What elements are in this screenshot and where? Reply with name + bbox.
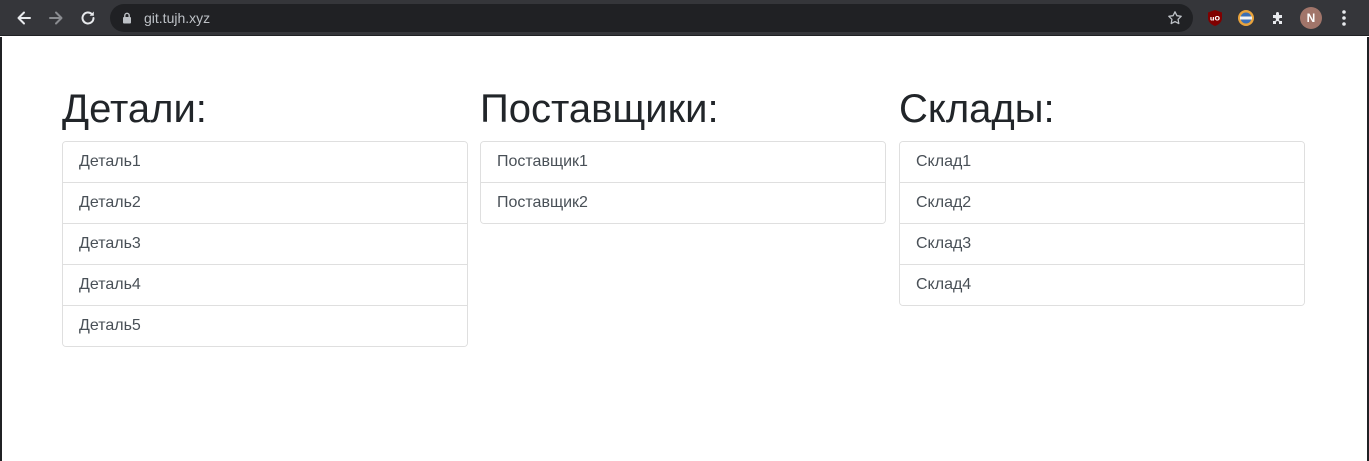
bookmark-star-icon[interactable] — [1167, 10, 1183, 26]
reader-ext-icon[interactable] — [1235, 7, 1257, 29]
details-column: Детали: Деталь1 Деталь2 Деталь3 Деталь4 … — [62, 85, 468, 347]
warehouses-list: Склад1 Склад2 Склад3 Склад4 — [899, 141, 1305, 306]
ublock-icon[interactable]: uO — [1204, 7, 1226, 29]
warehouses-column: Склады: Склад1 Склад2 Склад3 Склад4 — [899, 85, 1305, 306]
more-vert-icon — [1342, 10, 1346, 26]
details-title: Детали: — [62, 87, 207, 131]
page-content: Детали: Деталь1 Деталь2 Деталь3 Деталь4 … — [0, 37, 1369, 461]
lock-icon — [123, 12, 131, 24]
list-item[interactable]: Склад1 — [900, 142, 1304, 183]
arrow-left-icon — [17, 11, 31, 25]
puzzle-extensions-icon[interactable] — [1267, 7, 1289, 29]
back-button[interactable] — [12, 6, 36, 30]
list-item[interactable]: Склад2 — [900, 183, 1304, 224]
profile-avatar[interactable]: N — [1300, 7, 1322, 29]
reload-button[interactable] — [76, 6, 100, 30]
list-item[interactable]: Склад4 — [900, 265, 1304, 305]
browser-toolbar: git.tujh.xyz uO N — [0, 0, 1369, 36]
list-item[interactable]: Склад3 — [900, 224, 1304, 265]
warehouses-title: Склады: — [899, 87, 1055, 131]
suppliers-list: Поставщик1 Поставщик2 — [480, 141, 886, 224]
address-bar[interactable]: git.tujh.xyz — [110, 4, 1193, 32]
list-item[interactable]: Деталь1 — [63, 142, 467, 183]
list-item[interactable]: Деталь2 — [63, 183, 467, 224]
details-list: Деталь1 Деталь2 Деталь3 Деталь4 Деталь5 — [62, 141, 468, 347]
list-item[interactable]: Поставщик1 — [481, 142, 885, 183]
list-item[interactable]: Деталь3 — [63, 224, 467, 265]
suppliers-column: Поставщики: Поставщик1 Поставщик2 — [480, 85, 886, 224]
list-item[interactable]: Деталь5 — [63, 306, 467, 346]
svg-text:uO: uO — [1210, 15, 1221, 23]
url-text: git.tujh.xyz — [144, 10, 211, 26]
list-item[interactable]: Поставщик2 — [481, 183, 885, 223]
arrow-right-icon — [49, 11, 63, 25]
browser-menu-button[interactable] — [1334, 7, 1354, 29]
list-item[interactable]: Деталь4 — [63, 265, 467, 306]
reload-icon — [81, 11, 95, 25]
suppliers-title: Поставщики: — [480, 87, 719, 131]
forward-button[interactable] — [44, 6, 68, 30]
